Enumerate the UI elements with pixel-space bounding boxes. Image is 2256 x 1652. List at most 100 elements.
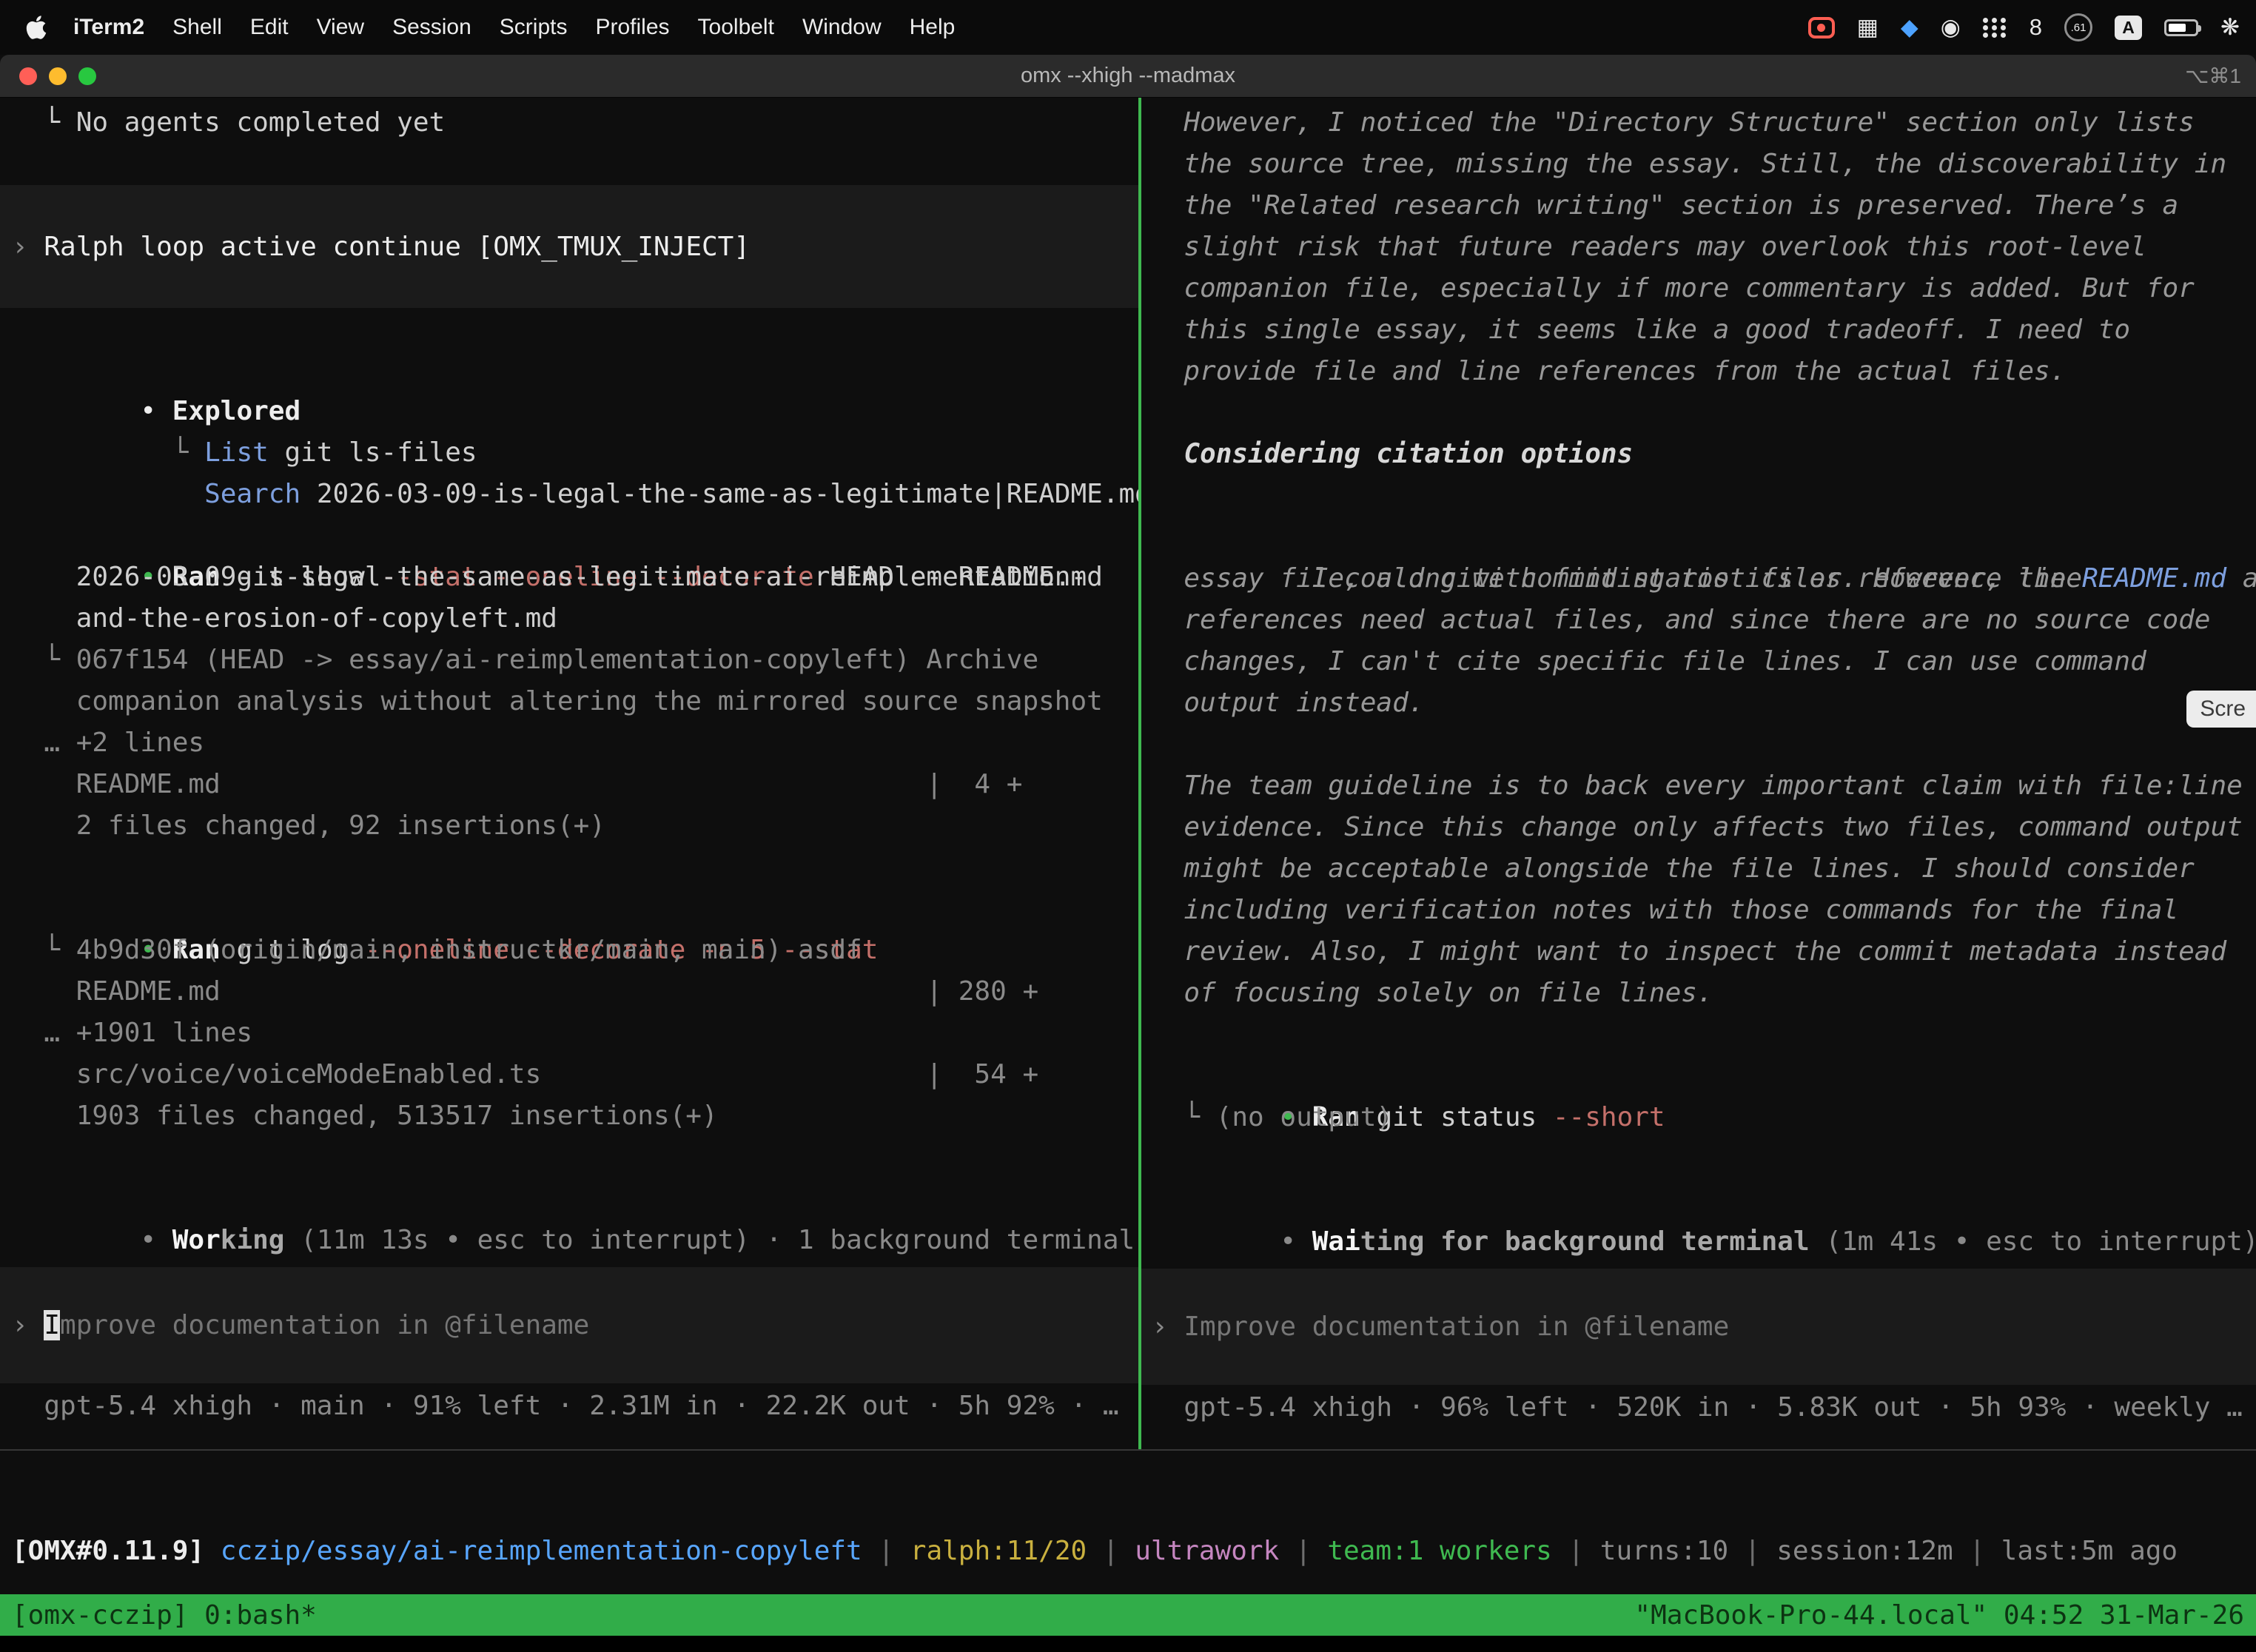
search-verb: Search xyxy=(204,479,301,509)
tool-output-line: … +1901 lines xyxy=(0,1013,1138,1054)
tmux-host-clock: "MacBook-Pro-44.local" 04:52 31-Mar-26 xyxy=(1634,1600,2244,1631)
waiting-detail: (1m 41s • esc to interrupt) xyxy=(1810,1226,2256,1257)
screen-recording-icon[interactable] xyxy=(1808,17,1835,38)
bullet: • xyxy=(140,396,172,426)
omx-status-bar: [OMX#0.11.9] cczip/essay/ai-reimplementa… xyxy=(0,1449,2256,1594)
tool-output-line: 2 files changed, 92 insertions(+) xyxy=(0,805,1138,847)
thinking-heading: Considering citation options xyxy=(1141,434,2256,475)
recording-dot-icon xyxy=(1817,24,1825,32)
placeholder-text: Improve documentation in @filename xyxy=(1184,1312,1729,1342)
traffic-lights xyxy=(0,67,96,85)
menu-item-scripts[interactable]: Scripts xyxy=(486,15,582,40)
disc-app-icon[interactable]: ◉ xyxy=(1941,14,1961,41)
menu-item-edit[interactable]: Edit xyxy=(236,15,303,40)
omx-status-line: [OMX#0.11.9] cczip/essay/ai-reimplementa… xyxy=(12,1531,2256,1572)
thinking-line: of focusing solely on file lines. xyxy=(1141,973,2256,1014)
menu-bar-status-icons: ▦ ◆ ◉ 8 .61 A ❋ xyxy=(1808,13,2240,41)
command-flags: --short xyxy=(1553,1102,1665,1132)
menu-item-toolbelt[interactable]: Toolbelt xyxy=(684,15,788,40)
ralph-loop-text: Ralph loop active continue [OMX_TMUX_INJ… xyxy=(44,232,750,262)
fan-icon[interactable]: ❋ xyxy=(2220,14,2240,41)
window-title: omx --xhigh --madmax xyxy=(0,64,2256,88)
tool-call-git-log: • Ran git log --oneline --decorate -n 5 … xyxy=(0,888,1138,930)
working-label: king xyxy=(221,1225,285,1255)
dots-grid-icon[interactable] xyxy=(1983,18,2007,38)
thinking-line: including verification notes with those … xyxy=(1141,890,2256,931)
omx-last: last:5m ago xyxy=(2001,1536,2178,1566)
blue-app-icon[interactable]: ◆ xyxy=(1901,14,1918,41)
omx-mode: ultrawork xyxy=(1135,1536,1279,1566)
menu-item-help[interactable]: Help xyxy=(896,15,970,40)
menu-item-profiles[interactable]: Profiles xyxy=(581,15,683,40)
omx-branch: cczip/essay/ai-reimplementation-copyleft xyxy=(204,1536,862,1566)
battery-icon[interactable] xyxy=(2164,19,2198,36)
bullet: • xyxy=(1280,1226,1312,1257)
search-args: 2026-03-09-is-legal-the-same-as-legitima… xyxy=(301,479,1138,509)
tool-output-line: companion analysis without altering the … xyxy=(0,681,1138,722)
close-button[interactable] xyxy=(19,67,37,85)
placeholder-text: mprove documentation in @filename xyxy=(60,1310,589,1340)
thinking-line: The team guideline is to back every impo… xyxy=(1141,765,2256,807)
menu-item-shell[interactable]: Shell xyxy=(158,15,236,40)
input-source-icon[interactable]: A xyxy=(2115,16,2142,40)
tool-call-git-show: • Ran git show --stat --oneline --decora… xyxy=(0,515,1138,557)
prompt-chevron: › xyxy=(12,232,44,262)
thinking-line: slight risk that future readers may over… xyxy=(1141,226,2256,268)
menu-bar-left: iTerm2 Shell Edit View Session Scripts P… xyxy=(25,14,969,41)
menu-item-window[interactable]: Window xyxy=(788,15,896,40)
working-shimmer: Wor xyxy=(172,1225,221,1255)
menu-item-iterm2[interactable]: iTerm2 xyxy=(59,15,158,40)
command-wrap-line: and-the-erosion-of-copyleft.md xyxy=(0,598,1138,639)
working-status-line: • Working (11m 13s • esc to interrupt) ·… xyxy=(0,1178,1138,1220)
waiting-shimmer: Wai xyxy=(1312,1226,1360,1257)
battery-gauge-icon[interactable]: .61 xyxy=(2064,13,2092,41)
minimize-button[interactable] xyxy=(49,67,67,85)
eight-app-icon[interactable]: 8 xyxy=(2030,14,2042,41)
right-pane: However, I noticed the "Directory Struct… xyxy=(1141,98,2256,1449)
omx-version: [OMX#0.11.9] xyxy=(12,1536,204,1566)
prompt-input[interactable]: › Improve documentation in @filename xyxy=(0,1267,1138,1383)
thinking-line: output instead. xyxy=(1141,682,2256,724)
zoom-button[interactable] xyxy=(78,67,96,85)
apple-menu[interactable] xyxy=(25,14,47,41)
model-status-line: gpt-5.4 xhigh · 96% left · 520K in · 5.8… xyxy=(1141,1387,2256,1428)
tool-output-line: README.md | 4 + xyxy=(0,764,1138,805)
grid-app-icon[interactable]: ▦ xyxy=(1857,14,1879,41)
terminal: └ No agents completed yet › Ralph loop a… xyxy=(0,98,2256,1449)
model-status-line: gpt-5.4 xhigh · main · 91% left · 2.31M … xyxy=(0,1386,1138,1427)
ralph-loop-banner: › Ralph loop active continue [OMX_TMUX_I… xyxy=(0,185,1138,308)
list-args: git ls-files xyxy=(269,437,477,468)
omx-session: session:12m xyxy=(1776,1536,1953,1566)
tool-output-line: src/voice/voiceModeEnabled.ts | 54 + xyxy=(0,1054,1138,1095)
explored-header: • Explored xyxy=(0,349,1138,391)
desktop: iTerm2 Shell Edit View Session Scripts P… xyxy=(0,0,2256,1652)
menu-item-view[interactable]: View xyxy=(303,15,378,40)
thinking-line: the source tree, missing the essay. Stil… xyxy=(1141,144,2256,185)
thinking-line: might be acceptable alongside the file l… xyxy=(1141,848,2256,890)
explored-title: Explored xyxy=(172,396,301,426)
window-titlebar: omx --xhigh --madmax ⌥⌘1 xyxy=(0,55,2256,98)
thinking-line: provide file and line references from th… xyxy=(1141,351,2256,392)
text-cursor: I xyxy=(44,1310,60,1340)
thinking-line: I could cite commit statistics or refere… xyxy=(1141,517,2256,558)
omx-ralph-counter: ralph:11/20 xyxy=(910,1536,1087,1566)
screen-share-button[interactable]: Scre xyxy=(2186,691,2256,728)
prompt-chevron: › xyxy=(1152,1312,1184,1342)
readme-link: README.md xyxy=(2082,563,2226,594)
prompt-input[interactable]: › Improve documentation in @filename xyxy=(1141,1269,2256,1385)
tmux-status-bar: [omx-cczip] 0:bash* "MacBook-Pro-44.loca… xyxy=(0,1594,2256,1636)
command-wrap-line: 2026-03-09-is-legal-the-same-as-legitima… xyxy=(0,557,1138,598)
thinking-line: evidence. Since this change only affects… xyxy=(1141,807,2256,848)
thinking-text: and xyxy=(2226,563,2256,594)
thinking-line: the "Related research writing" section i… xyxy=(1141,185,2256,226)
prompt-chevron: › xyxy=(12,1310,44,1340)
bullet: • xyxy=(140,1225,172,1255)
thinking-line: However, I noticed the "Directory Struct… xyxy=(1141,102,2256,144)
omx-turns: turns:10 xyxy=(1600,1536,1728,1566)
tool-call-git-status: • Ran git status --short xyxy=(1141,1055,2256,1097)
menu-item-session[interactable]: Session xyxy=(378,15,486,40)
list-verb: List xyxy=(204,437,269,468)
tool-output-line: └ 4b9d30f (origin/main, instructkr/main,… xyxy=(0,930,1138,971)
waiting-label: ting for background terminal xyxy=(1360,1226,1810,1257)
tool-output-line: … +2 lines xyxy=(0,722,1138,764)
